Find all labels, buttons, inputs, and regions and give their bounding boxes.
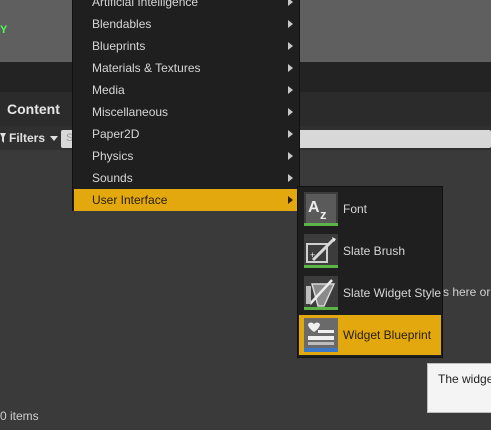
chevron-right-icon — [288, 0, 293, 6]
filters-button[interactable]: Filters — [0, 131, 59, 145]
submenu-item-slate-widget-style[interactable]: Slate Widget Style — [299, 273, 441, 313]
menu-item-physics[interactable]: Physics — [74, 145, 298, 167]
user-interface-submenu: A z Font + Slate Brush Slate Widget Styl… — [297, 186, 443, 358]
content-browser-title: Content — [7, 101, 60, 117]
chevron-right-icon — [288, 196, 293, 204]
items-count: 0 items — [0, 409, 39, 423]
chevron-right-icon — [288, 108, 293, 116]
menu-item-miscellaneous[interactable]: Miscellaneous — [74, 101, 298, 123]
submenu-item-label: Widget Blueprint — [343, 328, 432, 342]
chevron-right-icon — [288, 20, 293, 28]
chevron-right-icon — [288, 86, 293, 94]
chevron-right-icon — [288, 64, 293, 72]
menu-item-sounds[interactable]: Sounds — [74, 167, 298, 189]
font-icon: A z — [304, 192, 338, 226]
menu-item-media[interactable]: Media — [74, 79, 298, 101]
menu-item-paper2d[interactable]: Paper2D — [74, 123, 298, 145]
menu-item-blueprints[interactable]: Blueprints — [74, 35, 298, 57]
tooltip-text: The widge — [438, 372, 491, 386]
menu-item-materials-textures[interactable]: Materials & Textures — [74, 57, 298, 79]
menu-item-label: User Interface — [92, 193, 168, 207]
menu-item-user-interface[interactable]: User Interface — [74, 189, 298, 211]
svg-text:A: A — [308, 199, 320, 216]
submenu-item-slate-brush[interactable]: + Slate Brush — [299, 231, 441, 271]
menu-item-label: Blueprints — [92, 39, 146, 53]
menu-item-label: Media — [92, 83, 125, 97]
submenu-item-widget-blueprint[interactable]: Widget Blueprint — [299, 315, 441, 355]
menu-item-label: Paper2D — [92, 127, 140, 141]
menu-item-label: Sounds — [92, 171, 133, 185]
slate-widget-style-icon — [304, 276, 338, 310]
viewport-axis-label: Y — [0, 24, 8, 36]
menu-item-label: Materials & Textures — [92, 61, 201, 75]
menu-item-artificial-intelligence[interactable]: Artificial Intelligence — [74, 0, 298, 13]
menu-item-label: Physics — [92, 149, 134, 163]
submenu-item-label: Font — [343, 202, 368, 216]
menu-item-blendables[interactable]: Blendables — [74, 13, 298, 35]
chevron-right-icon — [288, 42, 293, 50]
submenu-item-label: Slate Widget Style — [343, 286, 442, 300]
filters-label: Filters — [9, 131, 46, 145]
funnel-icon — [0, 133, 6, 143]
chevron-right-icon — [288, 152, 293, 160]
svg-text:z: z — [320, 207, 327, 222]
submenu-item-label: Slate Brush — [343, 244, 406, 258]
chevron-right-icon — [288, 174, 293, 182]
add-new-context-menu: Artificial Intelligence Blendables Bluep… — [72, 0, 300, 211]
chevron-right-icon — [288, 130, 293, 138]
menu-item-label: Blendables — [92, 17, 152, 31]
menu-item-label: Miscellaneous — [92, 105, 169, 119]
slate-brush-icon: + — [304, 234, 338, 268]
chevron-down-icon — [50, 135, 59, 141]
submenu-item-font[interactable]: A z Font — [299, 189, 441, 229]
svg-text:+: + — [310, 250, 315, 260]
drop-assets-hint: s here or — [443, 285, 491, 299]
widget-blueprint-icon — [304, 318, 338, 352]
tooltip: The widge — [427, 363, 491, 413]
menu-item-label: Artificial Intelligence — [92, 0, 199, 9]
